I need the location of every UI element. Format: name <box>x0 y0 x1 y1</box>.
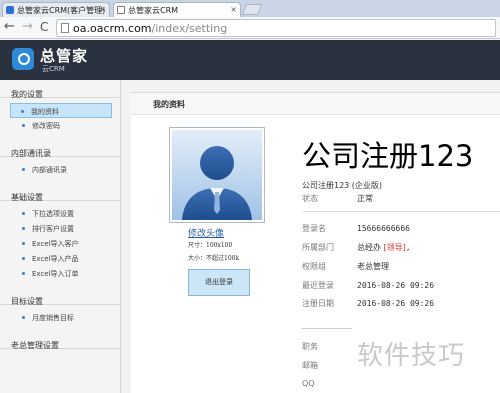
field-permission-group: 权限组 老总管理 <box>302 262 389 271</box>
leader-tag: [领导] <box>383 243 406 252</box>
forward-arrow-icon[interactable]: → <box>22 20 33 34</box>
logo-text: 总管家 <box>40 47 89 65</box>
watermark: 软件技巧 <box>357 341 466 371</box>
browser-tab-1[interactable]: 总管家云CRM(客户管理) × <box>2 2 110 17</box>
sidebar-item-ranking-customers[interactable]: 排行客户设置 <box>0 221 120 236</box>
address-bar[interactable]: oa.oacrm.com/index/setting <box>56 19 496 37</box>
sidebar: 我的设置 我的资料 修改密码 内部通讯录 内部通讯录 基础设置 下拉选项设置 排… <box>0 80 121 393</box>
avatar-size-hint: 尺寸：100x100 <box>188 242 233 249</box>
sidebar-item-dropdown-options[interactable]: 下拉选项设置 <box>0 206 120 221</box>
sidebar-item-import-orders[interactable]: Excel导入订单 <box>0 266 120 281</box>
sidebar-item-my-profile[interactable]: 我的资料 <box>10 103 112 118</box>
status-row: 状态 正常 <box>302 193 373 204</box>
app-header: 总管家 云CRM <box>0 40 500 80</box>
back-arrow-icon[interactable]: ← <box>4 20 15 34</box>
divider <box>302 211 500 212</box>
divider <box>302 328 352 329</box>
sidebar-section-title: 老总管理设置 <box>0 331 120 350</box>
field-login-name: 登录名 15666666666 <box>302 224 410 233</box>
sidebar-item-contacts[interactable]: 内部通讯录 <box>0 162 120 177</box>
reload-icon[interactable]: C <box>40 20 48 34</box>
avatar-limit-hint: 大小：不超过100k <box>188 255 240 262</box>
close-icon[interactable]: × <box>99 5 106 14</box>
status-label: 状态 <box>302 194 318 203</box>
sidebar-section-title: 基础设置 <box>0 183 120 202</box>
close-icon[interactable]: × <box>230 5 237 14</box>
page-icon <box>117 6 125 14</box>
company-edition: 公司注册123 (企业版) <box>302 181 383 190</box>
url-text[interactable]: oa.oacrm.com/index/setting <box>73 22 227 35</box>
sidebar-section-title: 目标设置 <box>0 287 120 306</box>
logo-icon <box>12 48 34 70</box>
panel-title: 我的资料 <box>131 93 500 115</box>
field-register-date: 注册日期 2016-08-26 09:26 <box>302 299 435 308</box>
tab-label: 总管家云CRM <box>128 6 179 15</box>
sidebar-item-import-customers[interactable]: Excel导入客户 <box>0 236 120 251</box>
browser-toolbar: ← → C oa.oacrm.com/index/setting <box>0 17 500 39</box>
sidebar-item-sales-target[interactable]: 月度销售目标 <box>0 310 120 325</box>
sidebar-section-title: 内部通讯录 <box>0 139 120 158</box>
sidebar-section-title: 我的设置 <box>0 80 120 99</box>
new-tab-button[interactable] <box>241 4 263 15</box>
browser-tab-2[interactable]: 总管家云CRM × <box>113 2 241 17</box>
change-avatar-link[interactable]: 修改头像 <box>188 226 224 239</box>
avatar[interactable] <box>169 127 265 223</box>
sidebar-item-import-products[interactable]: Excel导入产品 <box>0 251 120 266</box>
logout-button[interactable]: 退出登录 <box>188 269 250 296</box>
user-silhouette-icon <box>172 130 262 220</box>
field-position: 职务 <box>302 342 318 351</box>
logo-subtitle: 云CRM <box>42 65 65 73</box>
field-email: 邮箱 <box>302 361 318 370</box>
page-icon <box>61 23 69 33</box>
company-name: 公司注册123 <box>302 139 474 173</box>
browser-tab-strip: 总管家云CRM(客户管理) × 总管家云CRM × <box>0 0 500 17</box>
field-last-login: 最近登录 2016-08-26 09:26 <box>302 281 435 290</box>
sidebar-item-change-password[interactable]: 修改密码 <box>0 118 120 133</box>
status-value: 正常 <box>357 194 373 203</box>
field-qq: QQ <box>302 379 315 388</box>
tab-label: 总管家云CRM(客户管理) <box>17 6 106 15</box>
crm-favicon-icon <box>6 6 14 14</box>
field-department: 所属部门 总经办 [领导], <box>302 243 411 252</box>
